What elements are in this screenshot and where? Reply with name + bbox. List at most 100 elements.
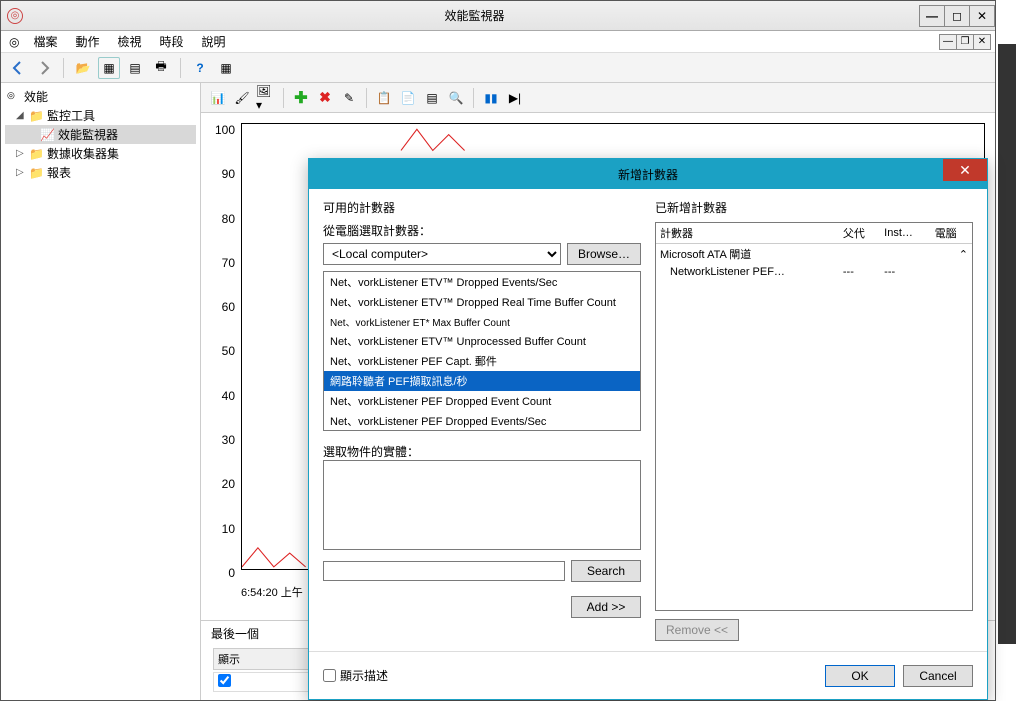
monitor-icon: 📈	[40, 128, 55, 142]
menu-help[interactable]: 說明	[194, 31, 234, 52]
x-axis-label-left: 6:54:20 上午	[241, 584, 303, 600]
dialog-titlebar: 新增計數器 ✕	[309, 159, 987, 189]
properties-icon[interactable]: ▤	[124, 57, 146, 79]
y-tick: 0	[228, 566, 235, 580]
refresh-icon[interactable]: ▦	[215, 57, 237, 79]
counter-item[interactable]: Net、vorkListener PEF Dropped Event Count	[324, 391, 640, 411]
counter-item[interactable]: Net、vorkListener ETV™ Dropped Real Time …	[324, 292, 640, 312]
y-tick: 90	[222, 167, 235, 181]
minimize-button[interactable]: —	[919, 5, 945, 27]
added-label: 已新增計數器	[655, 199, 973, 216]
y-tick: 80	[222, 212, 235, 226]
y-tick: 50	[222, 344, 235, 358]
main-toolbar: 📂 ▦ ▤ 🖶 ? ▦	[1, 53, 995, 83]
menu-period[interactable]: 時段	[152, 31, 192, 52]
window-title: 效能監視器	[29, 7, 920, 24]
counter-item[interactable]: Net、vorkListener ETV™ Dropped Events/Sec	[324, 272, 640, 292]
remove-button[interactable]: Remove <<	[655, 619, 739, 641]
tree-root[interactable]: ◎ 效能	[5, 87, 196, 106]
y-axis: 1009080706050403020100	[201, 123, 239, 580]
close-button[interactable]: ✕	[969, 5, 995, 27]
show-description-checkbox[interactable]: 顯示描述	[323, 667, 388, 684]
zoom-icon[interactable]: 🔍	[445, 87, 467, 109]
added-row[interactable]: Microsoft ATA 閘道⌃	[656, 244, 972, 265]
app-icon: ◎	[9, 35, 19, 49]
counter-item[interactable]: 網路聆聽者 PEF擷取訊息/秒	[324, 371, 640, 391]
browse-button[interactable]: Browse…	[567, 243, 641, 265]
brush-icon[interactable]: 🖌	[231, 87, 253, 109]
expander-icon[interactable]: ▷	[16, 148, 26, 159]
counter-item[interactable]: Net、vorkListener PEF Capt. 郵件	[324, 351, 640, 371]
mdi-close-button[interactable]: ✕	[973, 34, 991, 50]
folder-icon: 📁	[29, 109, 44, 123]
mdi-minimize-button[interactable]: —	[939, 34, 957, 50]
titlebar: ◎ 效能監視器 — ◻ ✕	[1, 1, 995, 31]
expander-icon[interactable]: ▷	[16, 167, 26, 178]
added-row[interactable]: NetworkListener PEF…------	[656, 264, 972, 280]
tree-label: 效能監視器	[58, 126, 118, 143]
step-icon[interactable]: ▶|	[504, 87, 526, 109]
tree-label: 報表	[47, 164, 71, 181]
added-counters-panel: 已新增計數器 計數器 父代 Inst… 電腦 Microsoft ATA 閘道⌃…	[655, 199, 973, 641]
maximize-button[interactable]: ◻	[944, 5, 970, 27]
image-dropdown-icon[interactable]: 🖼▾	[255, 87, 277, 109]
cancel-button[interactable]: Cancel	[903, 665, 973, 687]
folder-icon: 📁	[29, 147, 44, 161]
print-icon[interactable]: 🖶	[150, 57, 172, 79]
available-label: 可用的計數器	[323, 199, 641, 216]
y-tick: 30	[222, 433, 235, 447]
app-icon: ◎	[7, 8, 23, 24]
tree-collector-sets[interactable]: ▷ 📁 數據收集器集	[5, 144, 196, 163]
copy-icon[interactable]: 📋	[373, 87, 395, 109]
tree-perfmon[interactable]: 📈 效能監視器	[5, 125, 196, 144]
help-icon[interactable]: ?	[189, 57, 211, 79]
search-button[interactable]: Search	[571, 560, 641, 582]
dialog-close-button[interactable]: ✕	[943, 159, 987, 181]
pause-icon[interactable]: ▮▮	[480, 87, 502, 109]
tree-label: 監控工具	[47, 107, 95, 124]
computer-select[interactable]: <Local computer>	[323, 243, 561, 265]
added-counters-table[interactable]: 計數器 父代 Inst… 電腦 Microsoft ATA 閘道⌃Network…	[655, 222, 973, 611]
menu-file[interactable]: 檔案	[25, 31, 65, 52]
ok-button[interactable]: OK	[825, 665, 895, 687]
tree-root-label: 效能	[24, 88, 48, 105]
last-value-label: 最後一個	[211, 627, 259, 641]
col-instance[interactable]: Inst…	[880, 223, 931, 244]
nav-tree[interactable]: ◎ 效能 ◢ 📁 監控工具 📈 效能監視器 ▷ 📁 數據收集器集	[1, 83, 201, 700]
expander-icon[interactable]: ◢	[16, 110, 26, 121]
perf-icon: ◎	[7, 90, 21, 104]
add-counters-dialog: 新增計數器 ✕ 可用的計數器 從電腦選取計數器： <Local computer…	[308, 158, 988, 700]
mdi-restore-button[interactable]: ❐	[956, 34, 974, 50]
menu-view[interactable]: 檢視	[110, 31, 150, 52]
counter-item[interactable]: Net、vorkListener ET* Max Buffer Count	[324, 312, 640, 331]
open-icon[interactable]: 📂	[72, 57, 94, 79]
tree-reports[interactable]: ▷ 📁 報表	[5, 163, 196, 182]
counter-item[interactable]: Net、vorkListener ETV™ Unprocessed Buffer…	[324, 331, 640, 351]
highlight-icon[interactable]: ✎	[338, 87, 360, 109]
paste-icon[interactable]: 📄	[397, 87, 419, 109]
view-icon[interactable]: ▦	[98, 57, 120, 79]
show-description-label: 顯示描述	[340, 667, 388, 684]
col-parent[interactable]: 父代	[839, 223, 880, 244]
properties-icon[interactable]: ▤	[421, 87, 443, 109]
chart-view-icon[interactable]: 📊	[207, 87, 229, 109]
show-description-input[interactable]	[323, 669, 336, 682]
col-counter[interactable]: 計數器	[656, 223, 839, 244]
add-counter-button[interactable]: ✚	[290, 87, 312, 109]
add-button[interactable]: Add >>	[571, 596, 641, 618]
legend-show-checkbox[interactable]	[218, 674, 231, 687]
y-tick: 40	[222, 389, 235, 403]
col-computer[interactable]: 電腦	[931, 223, 972, 244]
menu-action[interactable]: 動作	[68, 31, 108, 52]
search-input[interactable]	[323, 561, 565, 581]
counter-item[interactable]: Net、vorkListener PEF Dropped Events/Sec	[324, 411, 640, 431]
y-tick: 100	[215, 123, 235, 137]
tree-monitoring-tools[interactable]: ◢ 📁 監控工具	[5, 106, 196, 125]
counter-list[interactable]: Net、vorkListener ETV™ Dropped Events/Sec…	[323, 271, 641, 431]
back-button[interactable]	[7, 57, 29, 79]
y-tick: 70	[222, 256, 235, 270]
y-tick: 20	[222, 477, 235, 491]
delete-counter-button[interactable]: ✖	[314, 87, 336, 109]
instances-list[interactable]	[323, 460, 641, 550]
forward-button[interactable]	[33, 57, 55, 79]
